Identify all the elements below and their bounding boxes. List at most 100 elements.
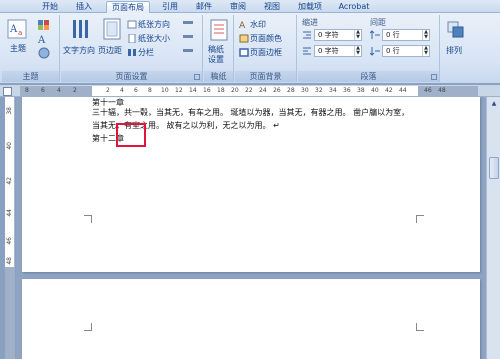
scroll-thumb[interactable] xyxy=(489,157,499,179)
vruler-tick: 38 xyxy=(6,107,13,115)
ruler-tick: 48 xyxy=(438,87,446,94)
svg-text:a: a xyxy=(18,29,22,37)
ruler-tick: 4 xyxy=(120,87,124,94)
margin-corner-mark xyxy=(84,215,92,223)
ruler-tick: 4 xyxy=(57,87,61,94)
ruler-tick: 8 xyxy=(25,87,29,94)
paragraph-group-title: 段落 xyxy=(298,71,439,82)
horizontal-ruler[interactable]: 8 6 4 2 2 4 6 8 10 12 14 16 18 20 22 24 … xyxy=(20,86,478,96)
page-color-icon xyxy=(239,34,249,43)
theme-button-label[interactable]: 主题 xyxy=(10,43,26,54)
ruler-tick: 6 xyxy=(41,87,45,94)
margins-icon[interactable] xyxy=(102,18,122,40)
ruler-tick: 42 xyxy=(385,87,393,94)
vertical-ruler[interactable]: 38 40 42 44 46 48 xyxy=(5,97,15,359)
ruler-tick: 2 xyxy=(73,87,77,94)
draft-group: 稿纸 设置 稿纸 xyxy=(204,15,234,82)
scroll-up-icon[interactable]: ▲ xyxy=(489,99,499,109)
ruler-tick: 20 xyxy=(231,87,239,94)
page-border-button[interactable]: 页面边框 xyxy=(250,47,282,58)
tab-acrobat[interactable]: Acrobat xyxy=(336,1,372,13)
orientation-button[interactable]: 纸张方向 xyxy=(138,19,170,30)
ruler-tick: 26 xyxy=(273,87,281,94)
size-icon xyxy=(127,33,137,44)
indent-right-input[interactable]: 0 字符 ▲ ▼ xyxy=(314,45,362,57)
ruler-tick: 28 xyxy=(287,87,295,94)
indent-right-value: 0 字符 xyxy=(318,47,339,55)
ruler-tick: 12 xyxy=(175,87,183,94)
ruler-tick: 18 xyxy=(217,87,225,94)
document-area[interactable]: 第十一章 三十辐，共一毂，当其无，有车之用。 埏埴以为器，当其无，有器之用。 凿… xyxy=(16,97,486,359)
theme-effects-icon[interactable] xyxy=(37,47,51,59)
ruler-tick: 32 xyxy=(315,87,323,94)
indent-label: 缩进 xyxy=(302,18,318,27)
ruler-tick: 30 xyxy=(301,87,309,94)
columns-icon xyxy=(127,48,137,57)
spacing-after-input[interactable]: 0 行 ▲ ▼ xyxy=(382,45,430,57)
arrange-icon[interactable] xyxy=(447,21,465,39)
tab-review[interactable]: 审阅 xyxy=(224,1,252,13)
tab-home[interactable]: 开始 xyxy=(36,1,64,13)
paragraph-group: 缩进 0 字符 ▲ ▼ 0 字符 ▲ ▼ 间距 0 行 ▲ ▼ 0 行 ▲ ▼ 段落 xyxy=(298,15,440,82)
doc-line[interactable]: 三十辐，共一毂，当其无，有车之用。 埏埴以为器，当其无，有器之用。 凿户牖以为室… xyxy=(92,107,409,118)
columns-button[interactable]: 分栏 xyxy=(138,47,154,58)
vruler-tick: 40 xyxy=(6,142,13,150)
vruler-tick: 44 xyxy=(6,209,13,217)
watermark-icon: A xyxy=(239,20,249,31)
spacing-label: 间距 xyxy=(370,18,386,27)
draft-paper-icon[interactable] xyxy=(210,19,228,41)
draft-group-title: 稿纸 xyxy=(204,71,233,82)
theme-group: Aa 主题 A 主题 xyxy=(2,15,60,82)
page-background-group-title: 页面背景 xyxy=(235,71,296,82)
ruler-tick: 10 xyxy=(161,87,169,94)
themes-icon[interactable]: Aa xyxy=(7,19,27,39)
ruler-tick: 36 xyxy=(343,87,351,94)
ribbon-tab-bar: 开始 插入 页面布局 引用 邮件 审阅 视图 加载项 Acrobat xyxy=(0,0,500,13)
ruler-tick: 8 xyxy=(148,87,152,94)
ruler-tick: 40 xyxy=(371,87,379,94)
tab-selector-icon[interactable] xyxy=(3,87,12,96)
indent-left-icon xyxy=(302,30,312,40)
ruler-tick: 16 xyxy=(203,87,211,94)
tab-insert[interactable]: 插入 xyxy=(70,1,98,13)
spacing-before-input[interactable]: 0 行 ▲ ▼ xyxy=(382,29,430,41)
tab-view[interactable]: 视图 xyxy=(258,1,286,13)
svg-text:A: A xyxy=(9,24,18,35)
page-border-icon xyxy=(239,48,249,57)
watermark-button[interactable]: 水印 xyxy=(250,19,266,30)
page-color-button[interactable]: 页面颜色 xyxy=(250,33,282,44)
spacing-before-spin-icon[interactable]: ▲ ▼ xyxy=(422,30,429,40)
theme-colors-icon[interactable] xyxy=(37,19,51,31)
page-1[interactable]: 第十一章 三十辐，共一毂，当其无，有车之用。 埏埴以为器，当其无，有器之用。 凿… xyxy=(22,97,480,272)
tab-page-layout[interactable]: 页面布局 xyxy=(106,1,150,13)
page-2[interactable] xyxy=(22,279,480,359)
indent-right-spin-icon[interactable]: ▲ ▼ xyxy=(354,46,361,56)
ribbon: Aa 主题 A 主题 文字方向 页边距 纸张方向 纸张大小 分栏 页面设置 稿纸… xyxy=(0,13,500,84)
margins-label[interactable]: 页边距 xyxy=(98,45,122,56)
ruler-tick: 6 xyxy=(134,87,138,94)
breaks-line-numbers-hyphenation-icons[interactable] xyxy=(181,19,195,59)
tab-mailings[interactable]: 邮件 xyxy=(190,1,218,13)
text-direction-label[interactable]: 文字方向 xyxy=(63,45,95,56)
vertical-scrollbar[interactable]: ▲ xyxy=(486,97,500,359)
size-button[interactable]: 纸张大小 xyxy=(138,33,170,44)
vruler-tick: 48 xyxy=(6,257,13,265)
indent-left-spin-icon[interactable]: ▲ ▼ xyxy=(354,30,361,40)
spacing-after-spin-icon[interactable]: ▲ ▼ xyxy=(422,46,429,56)
paragraph-launcher-icon[interactable] xyxy=(431,74,437,80)
draft-setup-label[interactable]: 稿纸 设置 xyxy=(208,45,224,65)
tab-addins[interactable]: 加载项 xyxy=(292,1,328,13)
svg-text:A: A xyxy=(37,35,46,45)
margin-corner-mark xyxy=(84,323,92,331)
arrange-label[interactable]: 排列 xyxy=(446,45,462,56)
vruler-tick: 42 xyxy=(6,177,13,185)
svg-text:A: A xyxy=(239,21,246,29)
theme-group-title: 主题 xyxy=(2,71,59,82)
text-direction-icon[interactable] xyxy=(71,18,91,40)
spacing-before-value: 0 行 xyxy=(386,31,400,39)
indent-left-input[interactable]: 0 字符 ▲ ▼ xyxy=(314,29,362,41)
theme-fonts-icon[interactable]: A xyxy=(37,33,51,46)
page-setup-launcher-icon[interactable] xyxy=(194,74,200,80)
tab-references[interactable]: 引用 xyxy=(156,1,184,13)
cursor-highlight-box xyxy=(116,123,146,147)
